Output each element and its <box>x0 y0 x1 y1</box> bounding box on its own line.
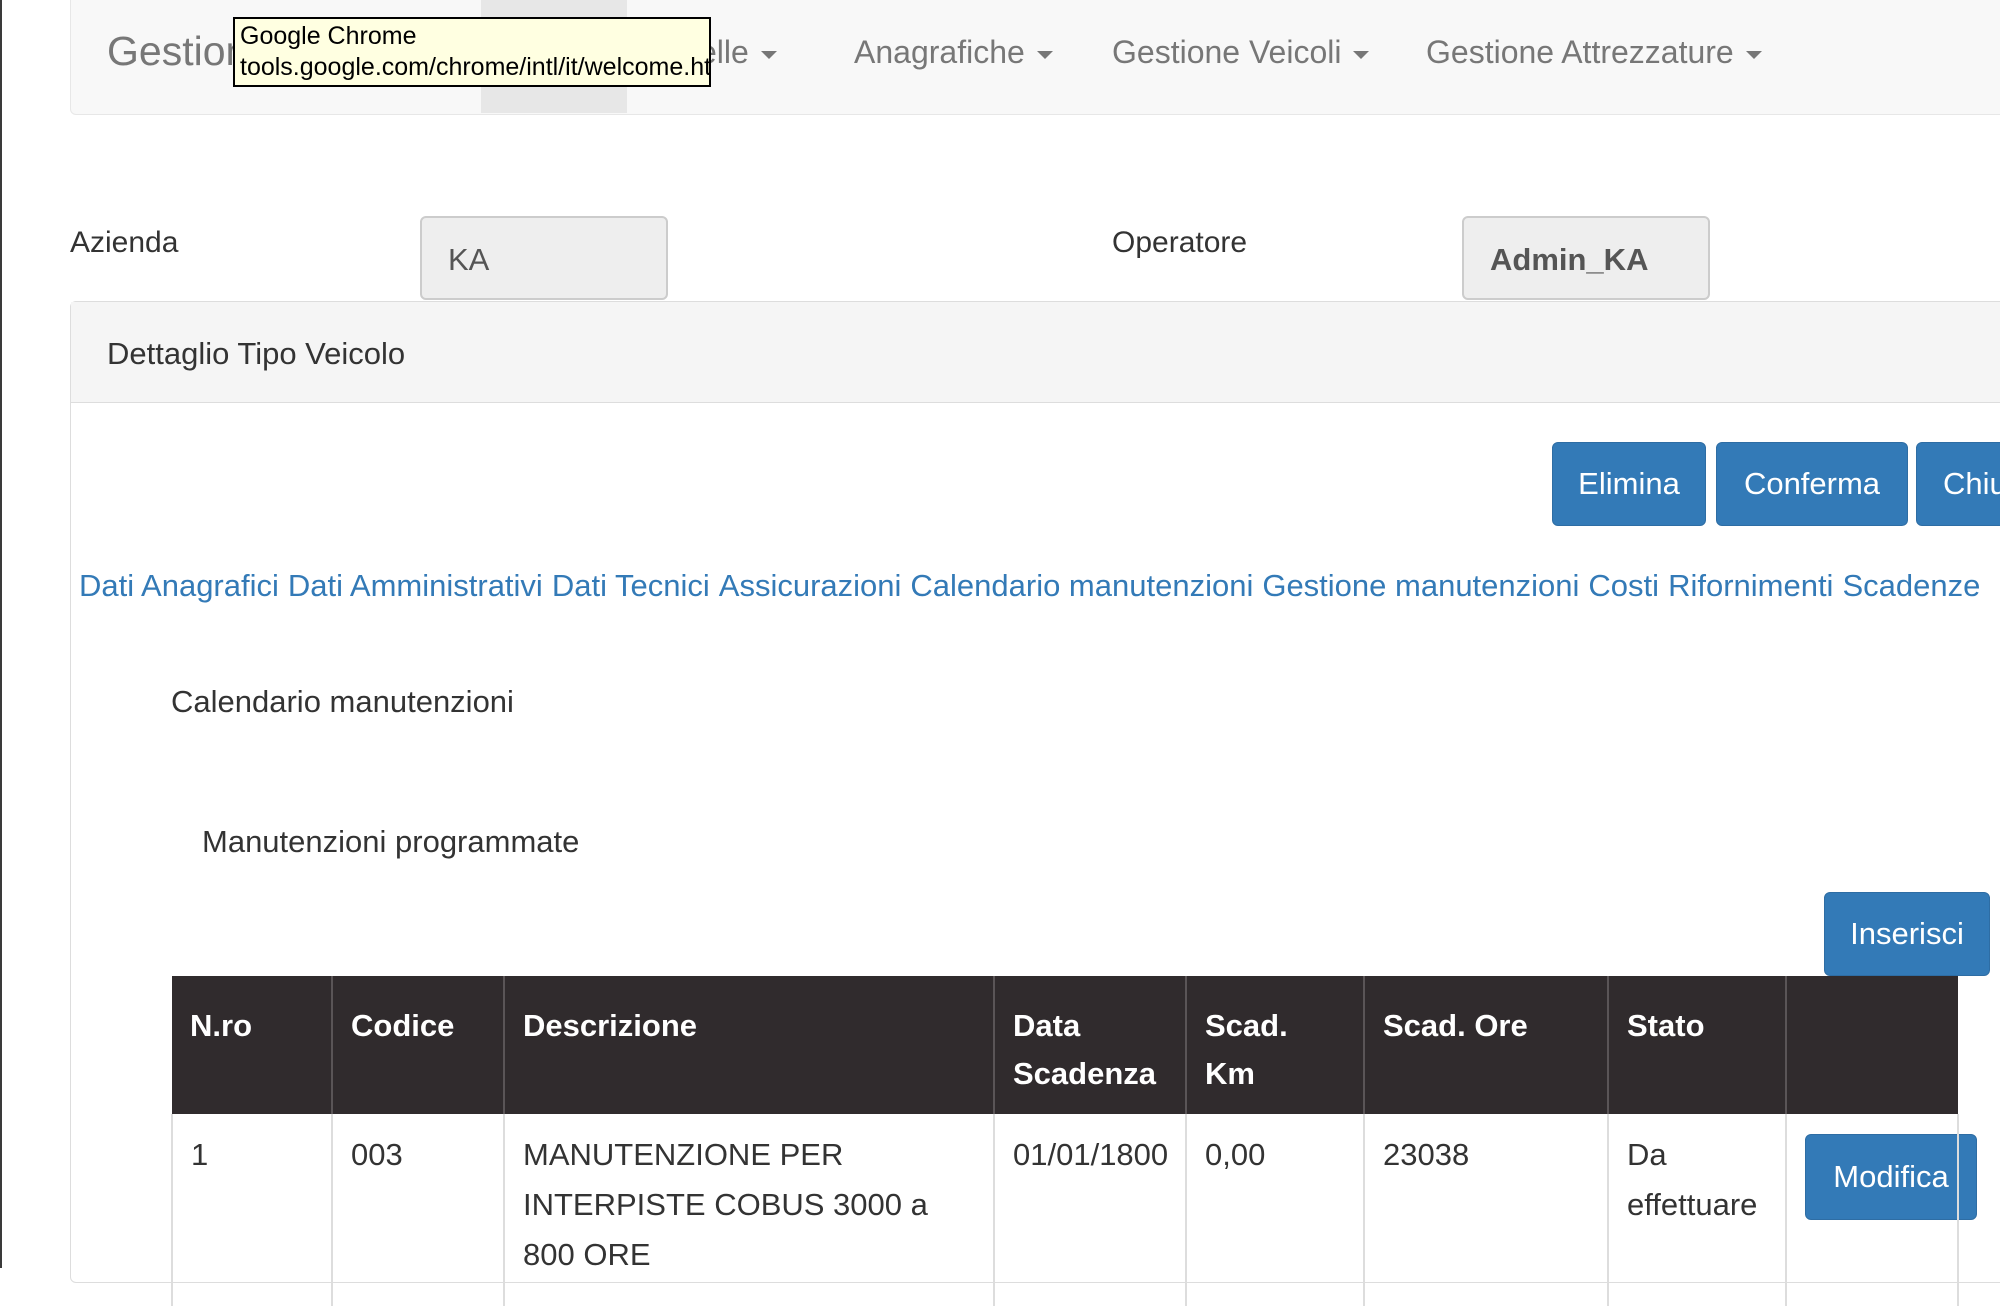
elimina-button[interactable]: Elimina <box>1552 442 1706 526</box>
caret-down-icon <box>1036 50 1053 59</box>
tab-dati-amministrativi[interactable]: Dati Amministrativi <box>288 568 543 603</box>
maintenance-table: N.ro Codice Descrizione Data Scadenza Sc… <box>171 976 1977 1306</box>
col-header-descrizione: Descrizione <box>504 976 995 1114</box>
tab-calendario-manutenzioni[interactable]: Calendario manutenzioni <box>910 568 1253 603</box>
operatore-label: Operatore <box>1112 226 1248 259</box>
nav-item-gestione-veicoli[interactable]: Gestione Veicoli <box>1112 34 1370 71</box>
tooltip-title: Google Chrome <box>240 22 417 50</box>
tab-gestione-manutenzioni[interactable]: Gestione manutenzioni <box>1262 568 1579 603</box>
cell-descrizione: MANUTENZIONE PER INTERPISTE COBUS 3000 a… <box>503 1114 995 1306</box>
tooltip-url: tools.google.com/chrome/intl/it/welcome.… <box>240 53 711 81</box>
col-header-actions <box>1786 976 1958 1114</box>
col-header-stato: Stato <box>1608 976 1787 1114</box>
window-left-border <box>0 0 2 1268</box>
caret-down-icon <box>1353 50 1370 59</box>
nav-item-gestione-attrezzature[interactable]: Gestione Attrezzature <box>1426 34 1762 71</box>
operatore-field[interactable]: Admin_KA <box>1462 216 1710 300</box>
cell-scad-km: 0,00 <box>1185 1114 1365 1306</box>
cell-scad-ore: 23038 <box>1363 1114 1609 1306</box>
section-title: Calendario manutenzioni <box>171 684 514 719</box>
section-tabs: Dati Anagrafici Dati Amministrativi Dati T… <box>79 568 1989 604</box>
panel-heading: Dettaglio Tipo Veicolo <box>71 302 2000 403</box>
table-header-row: N.ro Codice Descrizione Data Scadenza Sc… <box>172 976 1958 1114</box>
panel-title: Dettaglio Tipo Veicolo <box>107 336 406 371</box>
conferma-button[interactable]: Conferma <box>1716 442 1908 526</box>
caret-down-icon <box>760 50 777 59</box>
tab-dati-tecnici[interactable]: Dati Tecnici <box>552 568 710 603</box>
cell-stato: Da effettuare <box>1607 1114 1787 1306</box>
subsection-title: Manutenzioni programmate <box>202 824 580 859</box>
nav-item-anagrafiche[interactable]: Anagrafiche <box>854 34 1053 71</box>
tab-dati-anagrafici[interactable]: Dati Anagrafici <box>79 568 279 603</box>
azienda-field[interactable]: KA <box>420 216 668 300</box>
tab-costi[interactable]: Costi <box>1588 568 1659 603</box>
cell-data-scadenza: 01/01/1800 <box>993 1114 1187 1306</box>
table-row: 1 003 MANUTENZIONE PER INTERPISTE COBUS … <box>171 1114 1977 1306</box>
inserisci-button[interactable]: Inserisci <box>1824 892 1990 976</box>
col-header-data-scadenza: Data Scadenza <box>994 976 1187 1114</box>
modifica-button[interactable]: Modifica <box>1805 1134 1977 1220</box>
caret-down-icon <box>1745 50 1762 59</box>
link-tooltip: Google Chrome tools.google.com/chrome/in… <box>233 17 711 87</box>
col-header-nro: N.ro <box>172 976 333 1114</box>
chiudi-button[interactable]: Chiu <box>1916 442 2000 526</box>
col-header-scad-km: Scad. Km <box>1186 976 1365 1114</box>
cell-actions: Modifica <box>1785 1114 1977 1306</box>
tab-rifornimenti[interactable]: Rifornimenti <box>1668 568 1833 603</box>
navbar-brand[interactable]: Gestion <box>107 28 248 75</box>
tab-scadenze[interactable]: Scadenze <box>1842 568 1980 603</box>
tab-assicurazioni[interactable]: Assicurazioni <box>719 568 902 603</box>
cell-nro: 1 <box>171 1114 333 1306</box>
cell-codice: 003 <box>331 1114 505 1306</box>
col-header-scad-ore: Scad. Ore <box>1364 976 1609 1114</box>
azienda-label: Azienda <box>70 226 179 259</box>
col-header-codice: Codice <box>332 976 505 1114</box>
